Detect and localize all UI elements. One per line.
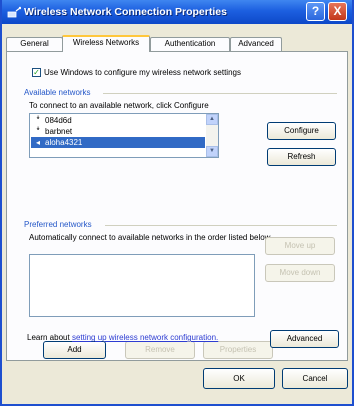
network-name: 084d6d	[45, 116, 72, 125]
learn-about-prefix: Learn about	[27, 333, 70, 342]
wireless-networks-panel: ✓ Use Windows to configure my wireless n…	[6, 51, 348, 361]
connected-network-icon: ◂	[35, 138, 40, 147]
use-windows-label: Use Windows to configure my wireless net…	[44, 68, 241, 77]
tab-advanced[interactable]: Advanced	[230, 37, 282, 51]
tab-general[interactable]: General	[6, 37, 63, 51]
advanced-button[interactable]: Advanced	[270, 330, 339, 348]
divider	[105, 225, 337, 226]
antenna-icon: ꜜ	[36, 127, 40, 136]
available-networks-instruction: To connect to an available network, clic…	[29, 101, 209, 110]
list-item-selected[interactable]: ◂ aloha4321	[31, 137, 205, 148]
network-name: aloha4321	[45, 138, 83, 147]
setting-up-wireless-link[interactable]: setting up wireless network configuratio…	[72, 333, 218, 342]
move-down-button[interactable]: Move down	[265, 264, 335, 282]
use-windows-checkbox[interactable]: ✓	[32, 68, 41, 77]
available-networks-title: Available networks	[24, 88, 91, 97]
configure-button[interactable]: Configure	[267, 122, 336, 140]
tab-wireless-networks[interactable]: Wireless Networks	[62, 35, 150, 52]
ok-button[interactable]: OK	[203, 368, 275, 389]
available-networks-list[interactable]: ꜜ 084d6d ꜜ barbnet ◂ aloha4321 ▲ ▼	[29, 113, 219, 158]
tab-authentication[interactable]: Authentication	[150, 37, 230, 51]
vertical-scrollbar[interactable]: ▲ ▼	[206, 114, 218, 157]
help-button[interactable]: ?	[306, 2, 325, 21]
dialog-window: Wireless Network Connection Properties ?…	[0, 0, 354, 406]
network-connection-icon	[7, 6, 21, 18]
network-name: barbnet	[45, 127, 73, 136]
properties-button[interactable]: Properties	[203, 341, 273, 359]
preferred-networks-title: Preferred networks	[24, 220, 92, 229]
divider	[103, 93, 337, 94]
title-bar[interactable]: Wireless Network Connection Properties ?…	[2, 0, 352, 24]
antenna-icon: ꜜ	[36, 116, 40, 125]
learn-about-text: Learn about setting up wireless network …	[27, 333, 227, 343]
add-button[interactable]: Add	[43, 341, 106, 359]
preferred-networks-list[interactable]	[29, 254, 255, 317]
cancel-button[interactable]: Cancel	[282, 368, 348, 389]
scroll-up-arrow-icon[interactable]: ▲	[206, 114, 218, 125]
list-item[interactable]: ꜜ barbnet	[31, 126, 205, 137]
remove-button[interactable]: Remove	[125, 341, 195, 359]
close-button[interactable]: X	[328, 2, 347, 21]
move-up-button[interactable]: Move up	[265, 237, 335, 255]
list-item[interactable]: ꜜ 084d6d	[31, 115, 205, 126]
window-title: Wireless Network Connection Properties	[24, 6, 227, 18]
scroll-down-arrow-icon[interactable]: ▼	[206, 146, 218, 157]
refresh-button[interactable]: Refresh	[267, 148, 336, 166]
